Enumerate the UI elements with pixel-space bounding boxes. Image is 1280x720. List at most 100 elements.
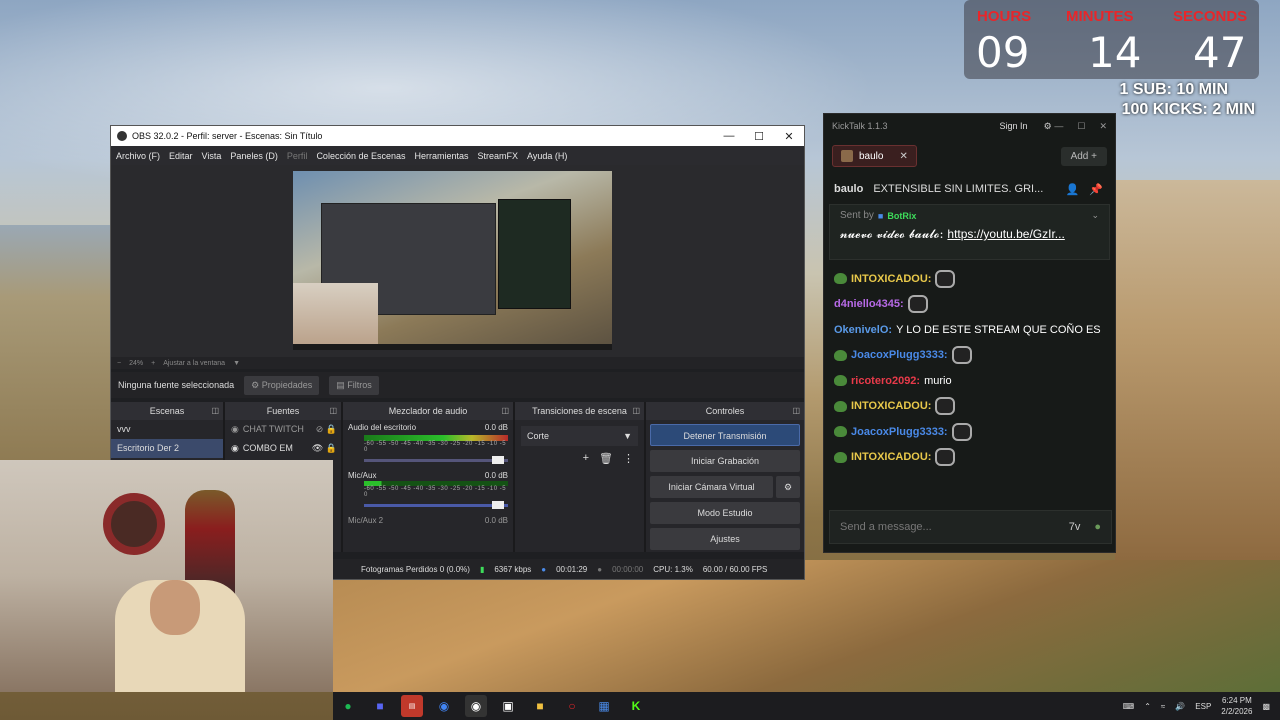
chrome-icon[interactable]: ◉ bbox=[433, 695, 455, 717]
channel-db: 0.0 dB bbox=[484, 516, 508, 525]
app-icon[interactable]: ▤ bbox=[401, 695, 423, 717]
maximize-icon[interactable]: ☐ bbox=[744, 130, 774, 143]
filters-button[interactable]: ▤ Filtros bbox=[329, 375, 379, 395]
menu-herramientas[interactable]: Herramientas bbox=[415, 151, 469, 161]
obs-menubar: Archivo (F) Editar Vista Paneles (D) Per… bbox=[111, 146, 804, 165]
close-icon[interactable]: ✕ bbox=[774, 130, 804, 143]
obs-titlebar[interactable]: OBS 32.0.2 - Perfil: server - Escenas: S… bbox=[111, 126, 804, 146]
keyboard-icon[interactable]: ⌨ bbox=[1123, 702, 1135, 711]
kicktalk-title: KickTalk 1.1.3 bbox=[832, 121, 888, 131]
mixer-title: Mezclador de audio bbox=[388, 406, 468, 416]
pin-icon[interactable]: 📌 bbox=[1089, 183, 1115, 196]
scenes-title: Escenas bbox=[149, 406, 185, 416]
opera-icon[interactable]: ○ bbox=[561, 695, 583, 717]
chat-username[interactable]: JoacoxPlugg3333: bbox=[851, 426, 948, 438]
studio-mode-button[interactable]: Modo Estudio bbox=[650, 502, 800, 524]
source-item[interactable]: ◉ COMBO EM 👁 🔒 bbox=[225, 439, 341, 458]
sign-in-button[interactable]: Sign In bbox=[1000, 121, 1028, 131]
virtual-camera-settings-icon[interactable]: ⚙ bbox=[776, 476, 800, 498]
menu-perfil[interactable]: Perfil bbox=[287, 151, 308, 161]
dropped-frames: Fotogramas Perdidos 0 (0.0%) bbox=[361, 564, 470, 574]
close-icon[interactable]: ✕ bbox=[1099, 121, 1107, 132]
undock-icon[interactable]: ◫ bbox=[792, 402, 800, 420]
menu-coleccion[interactable]: Colección de Escenas bbox=[316, 151, 405, 161]
close-tab-icon[interactable]: ✕ bbox=[899, 151, 907, 162]
maximize-icon[interactable]: ☐ bbox=[1077, 121, 1085, 132]
chat-username[interactable]: JoacoxPlugg3333: bbox=[851, 349, 948, 361]
menu-ayuda[interactable]: Ayuda (H) bbox=[527, 151, 567, 161]
undock-icon[interactable]: ◫ bbox=[632, 402, 640, 420]
user-icon[interactable]: 👤 bbox=[1066, 183, 1080, 196]
menu-paneles[interactable]: Paneles (D) bbox=[230, 151, 278, 161]
scene-item-selected[interactable]: Escritorio Der 2 bbox=[111, 439, 223, 458]
spotify-icon[interactable]: ● bbox=[337, 695, 359, 717]
transition-select[interactable]: Corte ▼ bbox=[521, 426, 638, 446]
app-icon[interactable]: ▣ bbox=[497, 695, 519, 717]
discord-icon[interactable]: ■ bbox=[369, 695, 391, 717]
start-virtual-camera-button[interactable]: Iniciar Cámara Virtual bbox=[650, 476, 773, 498]
chat-username[interactable]: ricotero2092: bbox=[851, 375, 920, 387]
volume-icon[interactable]: 🔊 bbox=[1175, 702, 1185, 711]
emote-picker-icon[interactable]: ● bbox=[1094, 521, 1101, 533]
chat-username[interactable]: INTOXICADOU: bbox=[851, 451, 931, 463]
zoom-dropdown-icon[interactable]: ▼ bbox=[233, 360, 240, 367]
chevron-up-icon[interactable]: ⌃ bbox=[1144, 702, 1151, 711]
trash-icon[interactable]: 🗑 bbox=[599, 452, 613, 465]
source-item[interactable]: ◉ CHAT TWITCH ⊘ 🔒 bbox=[225, 420, 341, 439]
obs-icon[interactable]: ◉ bbox=[465, 695, 487, 717]
menu-archivo[interactable]: Archivo (F) bbox=[116, 151, 160, 161]
sources-header: Fuentes ◫ bbox=[225, 402, 341, 420]
zoom-in-button[interactable]: + bbox=[151, 360, 155, 367]
frog-badge-icon bbox=[834, 273, 847, 285]
notification-icon[interactable]: ▩ bbox=[1262, 702, 1270, 711]
zoom-bar: − 24% + Ajustar a la ventana ▼ bbox=[111, 357, 804, 369]
add-icon[interactable]: + bbox=[583, 452, 589, 465]
chat-username[interactable]: d4niello4345: bbox=[834, 298, 904, 310]
zoom-out-button[interactable]: − bbox=[117, 360, 121, 367]
fps: 60.00 / 60.00 FPS bbox=[702, 564, 768, 574]
channel-tab[interactable]: baulo ✕ bbox=[832, 145, 917, 167]
undock-icon[interactable]: ◫ bbox=[211, 402, 219, 420]
language-indicator[interactable]: ESP bbox=[1195, 702, 1211, 711]
message-input[interactable]: Send a message... 7​v ● bbox=[829, 510, 1112, 544]
bot-name: BotRix bbox=[887, 210, 917, 221]
bot-message-link[interactable]: https://youtu.be/GzIr... bbox=[947, 227, 1064, 241]
menu-streamfx[interactable]: StreamFX bbox=[478, 151, 519, 161]
chevron-down-icon[interactable]: ⌄ bbox=[1091, 210, 1099, 221]
fit-window[interactable]: Ajustar a la ventana bbox=[163, 360, 225, 367]
controls-header: Controles ◫ bbox=[646, 402, 804, 420]
timer-seconds: 47 bbox=[1193, 28, 1247, 77]
add-channel-button[interactable]: Add + bbox=[1060, 146, 1107, 166]
emote-icon bbox=[951, 422, 972, 441]
mixer-channel: Mic/Aux 0.0 dB -60 -55 -50 -45 -40 -35 -3… bbox=[343, 468, 513, 513]
settings-button[interactable]: Ajustes bbox=[650, 528, 800, 550]
undock-icon[interactable]: ◫ bbox=[329, 402, 337, 420]
clock[interactable]: 6:24 PM 2/2/2026 bbox=[1221, 695, 1252, 717]
minimize-icon[interactable]: — bbox=[714, 130, 744, 143]
app-icon[interactable]: ▦ bbox=[593, 695, 615, 717]
visibility-icon[interactable]: 👁 🔒 bbox=[312, 439, 341, 458]
volume-slider[interactable] bbox=[364, 501, 508, 510]
chat-text: Y LO DE ESTE STREAM QUE COÑO ES bbox=[896, 323, 1101, 336]
seventv-icon[interactable]: 7​v bbox=[1069, 521, 1081, 533]
stream-preview[interactable] bbox=[293, 171, 612, 350]
chat-username[interactable]: INTOXICADOU: bbox=[851, 273, 931, 285]
folder-icon[interactable]: ■ bbox=[529, 695, 551, 717]
volume-slider[interactable] bbox=[364, 456, 508, 465]
chat-username[interactable]: INTOXICADOU: bbox=[851, 400, 931, 412]
minimize-icon[interactable]: — bbox=[1054, 121, 1063, 132]
start-recording-button[interactable]: Iniciar Grabación bbox=[650, 450, 800, 472]
undock-icon[interactable]: ◫ bbox=[501, 402, 509, 420]
properties-button[interactable]: ⚙ Propiedades bbox=[244, 375, 320, 395]
wifi-icon[interactable]: ≈ bbox=[1161, 702, 1165, 711]
kicktalk-titlebar[interactable]: KickTalk 1.1.3 Sign In ⚙ — ☐ ✕ bbox=[824, 114, 1115, 138]
menu-editar[interactable]: Editar bbox=[169, 151, 193, 161]
settings-icon[interactable]: ⚙ bbox=[1044, 121, 1052, 132]
visibility-hidden-icon[interactable]: ⊘ 🔒 bbox=[316, 420, 341, 439]
scene-item[interactable]: vvv bbox=[111, 420, 223, 439]
menu-vista[interactable]: Vista bbox=[202, 151, 222, 161]
chat-username[interactable]: OkenivelO: bbox=[834, 324, 892, 336]
kick-icon[interactable]: K bbox=[625, 695, 647, 717]
stop-streaming-button[interactable]: Detener Transmisión bbox=[650, 424, 800, 446]
more-icon[interactable]: ⋮ bbox=[623, 452, 634, 465]
